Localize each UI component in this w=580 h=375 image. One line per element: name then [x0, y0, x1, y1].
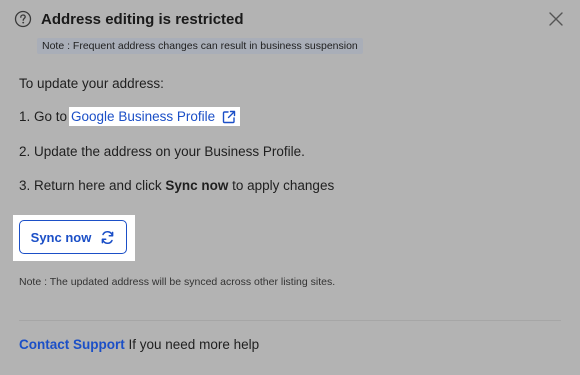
- sync-now-button[interactable]: Sync now: [19, 220, 127, 254]
- step-3-prefix: 3. Return here and click: [19, 178, 162, 193]
- divider: [19, 320, 561, 321]
- sync-note: Note : The updated address will be synce…: [19, 276, 336, 288]
- step-2: 2. Update the address on your Business P…: [19, 144, 305, 159]
- step-1-prefix: 1. Go to: [19, 109, 68, 124]
- step-3: 3. Return here and click Sync now to app…: [19, 178, 334, 193]
- external-link-icon: [222, 110, 236, 124]
- sync-now-label: Sync now: [30, 229, 92, 245]
- address-restricted-dialog: Address editing is restricted Note : Fre…: [0, 0, 580, 375]
- help-circle-icon: [14, 10, 32, 28]
- step-3-bold: Sync now: [165, 178, 229, 193]
- support-line: Contact Support If you need more help: [19, 337, 259, 352]
- support-suffix: If you need more help: [128, 337, 260, 352]
- step-1: 1. Go to Google Business Profile: [19, 107, 241, 126]
- dialog-header: Address editing is restricted: [14, 10, 244, 28]
- close-icon[interactable]: [548, 11, 564, 27]
- instructions-intro: To update your address:: [19, 76, 164, 91]
- step-3-suffix: to apply changes: [232, 178, 335, 193]
- sync-button-highlight: Sync now: [13, 215, 135, 261]
- google-business-profile-link-label: Google Business Profile: [71, 109, 216, 124]
- refresh-icon: [100, 230, 115, 245]
- contact-support-link[interactable]: Contact Support: [19, 337, 125, 352]
- dialog-title: Address editing is restricted: [41, 10, 244, 28]
- google-business-profile-link[interactable]: Google Business Profile: [69, 107, 241, 126]
- warning-note-banner: Note : Frequent address changes can resu…: [37, 38, 363, 54]
